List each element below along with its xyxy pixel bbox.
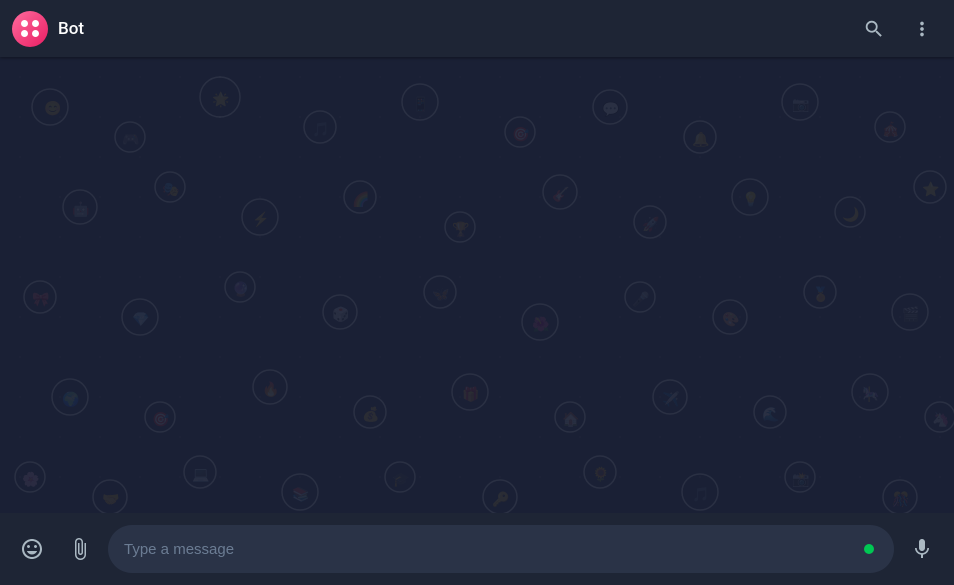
- svg-text:🌺: 🌺: [532, 316, 549, 333]
- microphone-button[interactable]: [902, 529, 942, 569]
- svg-text:🎬: 🎬: [902, 306, 919, 323]
- svg-text:🤖: 🤖: [72, 201, 89, 218]
- emoji-button[interactable]: [12, 529, 52, 569]
- message-input-wrapper: [108, 525, 894, 573]
- chat-background-svg: 😊 🎮 🌟 🎵 📱 🎯 💬 🔔 📷 🎪 🤖 🎭 ⚡ 🌈 🏆 🎸 🚀: [0, 57, 954, 513]
- svg-text:🌊: 🌊: [762, 406, 779, 423]
- svg-text:🌙: 🌙: [842, 206, 859, 223]
- logo-dot-3: [21, 30, 28, 37]
- svg-text:🌈: 🌈: [352, 190, 369, 208]
- chat-header: Bot: [0, 0, 954, 57]
- avatar[interactable]: [12, 11, 48, 47]
- logo-dot-2: [32, 20, 39, 27]
- record-indicator: [864, 544, 874, 554]
- svg-text:🔮: 🔮: [232, 281, 249, 298]
- svg-text:🎸: 🎸: [552, 186, 569, 203]
- svg-text:✈️: ✈️: [662, 390, 680, 408]
- svg-text:🚀: 🚀: [642, 216, 660, 233]
- chat-title: Bot: [58, 19, 84, 39]
- svg-text:💬: 💬: [602, 101, 620, 118]
- chat-messages-area: 😊 🎮 🌟 🎵 📱 🎯 💬 🔔 📷 🎪 🤖 🎭 ⚡ 🌈 🏆 🎸 🚀: [0, 57, 954, 513]
- svg-text:🎤: 🎤: [632, 290, 650, 308]
- svg-text:💰: 💰: [362, 406, 379, 423]
- svg-text:📱: 📱: [412, 96, 429, 113]
- svg-text:🎊: 🎊: [892, 490, 909, 508]
- svg-text:💻: 💻: [192, 467, 210, 483]
- message-input[interactable]: [124, 541, 864, 558]
- search-button[interactable]: [854, 9, 894, 49]
- svg-text:💎: 💎: [132, 312, 149, 328]
- svg-text:📷: 📷: [792, 97, 809, 113]
- svg-text:🔥: 🔥: [262, 381, 279, 398]
- search-icon: [863, 18, 885, 40]
- svg-text:📸: 📸: [792, 472, 809, 488]
- svg-text:🎠: 🎠: [862, 386, 879, 403]
- more-options-button[interactable]: [902, 9, 942, 49]
- attachment-icon: [68, 537, 92, 561]
- svg-text:🔑: 🔑: [492, 490, 510, 508]
- svg-text:🌻: 🌻: [592, 466, 609, 483]
- svg-text:🌸: 🌸: [22, 471, 39, 488]
- microphone-icon: [910, 537, 934, 561]
- svg-text:📚: 📚: [292, 486, 309, 503]
- svg-text:🎓: 🎓: [392, 472, 409, 488]
- logo-dot-4: [32, 30, 39, 37]
- svg-text:🌍: 🌍: [62, 391, 79, 408]
- svg-text:🎨: 🎨: [722, 310, 739, 328]
- header-left: Bot: [12, 11, 854, 47]
- svg-text:💡: 💡: [742, 191, 759, 208]
- more-icon: [911, 18, 933, 40]
- logo-dot-1: [21, 20, 28, 27]
- svg-text:🎯: 🎯: [512, 126, 530, 143]
- svg-text:🦋: 🦋: [432, 287, 450, 303]
- avatar-logo: [21, 20, 39, 38]
- svg-text:🎪: 🎪: [882, 121, 899, 138]
- svg-text:🏅: 🏅: [812, 286, 829, 303]
- message-input-area: [0, 513, 954, 585]
- svg-text:🎁: 🎁: [462, 386, 479, 403]
- svg-text:🎀: 🎀: [32, 292, 49, 308]
- svg-text:⭐: ⭐: [922, 181, 939, 198]
- svg-text:🎵: 🎵: [312, 121, 329, 138]
- svg-text:🎮: 🎮: [122, 132, 139, 148]
- svg-text:🤝: 🤝: [102, 492, 119, 508]
- svg-text:🔔: 🔔: [692, 131, 709, 148]
- svg-text:🎵: 🎵: [692, 486, 709, 503]
- svg-text:🌟: 🌟: [212, 91, 229, 108]
- attachment-button[interactable]: [60, 529, 100, 569]
- svg-text:😊: 😊: [44, 100, 61, 117]
- header-actions: [854, 9, 942, 49]
- svg-text:🎭: 🎭: [162, 182, 179, 198]
- emoji-icon: [20, 537, 44, 561]
- svg-text:🏠: 🏠: [562, 411, 579, 428]
- svg-text:🦄: 🦄: [932, 411, 949, 428]
- svg-text:🏆: 🏆: [452, 221, 470, 238]
- svg-text:🎲: 🎲: [332, 306, 349, 323]
- svg-text:⚡: ⚡: [252, 211, 269, 228]
- svg-text:🎯: 🎯: [152, 411, 170, 428]
